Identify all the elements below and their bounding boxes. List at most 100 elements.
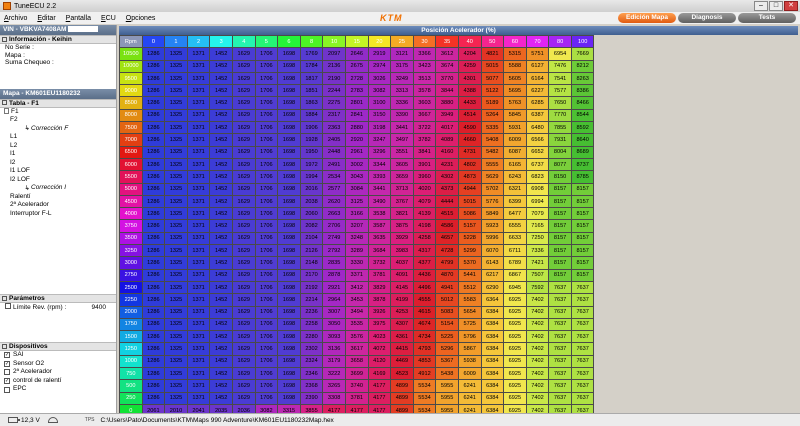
map-cell[interactable]: 6925 — [503, 330, 527, 344]
map-cell[interactable]: 5629 — [480, 170, 505, 184]
map-cell[interactable]: 3026 — [367, 71, 392, 86]
map-cell[interactable]: 2148 — [299, 256, 324, 270]
map-cell[interactable]: 4023 — [367, 330, 392, 344]
map-cell[interactable]: 5086 — [457, 207, 482, 221]
map-cell[interactable]: 1325 — [164, 367, 188, 381]
map-cell[interactable]: 1371 — [186, 84, 211, 98]
map-cell[interactable]: 1629 — [231, 280, 256, 295]
map-cell[interactable]: 1286 — [141, 108, 166, 123]
map-cell[interactable]: 1706 — [254, 330, 279, 344]
map-cell[interactable]: 6364 — [480, 293, 505, 307]
map-cell[interactable]: 4799 — [435, 256, 459, 270]
map-cell[interactable]: 5335 — [480, 121, 505, 135]
map-cell[interactable]: 4734 — [412, 330, 437, 344]
map-cell[interactable]: 1452 — [209, 194, 233, 209]
map-cell[interactable]: 1629 — [231, 145, 256, 159]
map-cell[interactable]: 4469 — [390, 354, 414, 369]
map-cell[interactable]: 3844 — [435, 84, 459, 98]
map-cell[interactable]: 1371 — [186, 231, 211, 246]
map-cell[interactable]: 1629 — [231, 108, 256, 123]
map-cell[interactable]: 3740 — [344, 379, 369, 393]
tree-item[interactable]: L2 — [0, 142, 116, 151]
map-cell[interactable]: 1629 — [231, 71, 256, 86]
map-cell[interactable]: 4674 — [412, 317, 437, 332]
map-cell[interactable]: 1698 — [277, 379, 301, 393]
menu-pantalla[interactable]: Pantalla — [66, 15, 91, 22]
map-cell[interactable]: 1452 — [209, 157, 233, 172]
map-cell[interactable]: 1452 — [209, 305, 233, 319]
map-cell[interactable]: 2783 — [344, 84, 369, 98]
map-cell[interactable]: 7637 — [548, 367, 572, 381]
map-cell[interactable]: 1286 — [141, 330, 166, 344]
map-cell[interactable]: 3002 — [344, 157, 369, 172]
map-cell[interactable]: 4590 — [457, 121, 482, 135]
map-cell[interactable]: 1906 — [299, 121, 324, 135]
map-cell[interactable]: 1371 — [186, 280, 211, 295]
map-cell[interactable]: 6143 — [480, 256, 505, 270]
map-cell[interactable]: 4728 — [435, 244, 459, 258]
map-cell[interactable]: 1452 — [209, 256, 233, 270]
map-cell[interactable]: 3605 — [390, 157, 414, 172]
map-cell[interactable]: 3929 — [390, 231, 414, 246]
map-cell[interactable]: 1698 — [277, 194, 301, 209]
map-cell[interactable]: 3007 — [322, 305, 346, 319]
device-checkbox[interactable]: ✓ — [4, 352, 10, 359]
map-cell[interactable]: 4302 — [435, 170, 459, 184]
map-cell[interactable]: 4307 — [390, 317, 414, 332]
map-cell[interactable]: 2275 — [322, 96, 346, 110]
map-cell[interactable]: 6925 — [503, 305, 527, 319]
tab-tests[interactable]: Tests — [738, 13, 796, 23]
map-cell[interactable]: 3125 — [344, 194, 369, 209]
map-cell[interactable]: 2280 — [299, 330, 324, 344]
map-cell[interactable]: 5438 — [435, 367, 459, 381]
map-cell[interactable]: 5157 — [457, 219, 482, 233]
map-cell[interactable]: 1371 — [186, 108, 211, 123]
map-cell[interactable]: 7637 — [548, 317, 572, 332]
map-cell[interactable]: 4204 — [457, 47, 482, 61]
map-cell[interactable]: 1706 — [254, 145, 279, 159]
map-cell[interactable]: 1698 — [277, 71, 301, 86]
map-cell[interactable]: 7637 — [548, 280, 572, 295]
map-cell[interactable]: 7669 — [570, 47, 595, 61]
map-cell[interactable]: 4089 — [435, 133, 459, 147]
map-cell[interactable]: 7592 — [525, 280, 550, 295]
map-cell[interactable]: 1629 — [231, 182, 256, 196]
map-cell[interactable]: 5299 — [457, 244, 482, 258]
map-cell[interactable]: 1698 — [277, 170, 301, 184]
map-cell[interactable]: 1325 — [164, 194, 188, 209]
map-cell[interactable]: 5725 — [457, 317, 482, 332]
map-cell[interactable]: 1706 — [254, 379, 279, 393]
map-cell[interactable]: 6384 — [480, 342, 505, 356]
map-cell[interactable]: 1325 — [164, 145, 188, 159]
map-cell[interactable]: 3770 — [435, 71, 459, 86]
map-cell[interactable]: 5776 — [480, 194, 505, 209]
map-cell[interactable]: 2324 — [299, 354, 324, 369]
map-cell[interactable]: 8157 — [548, 244, 572, 258]
map-cell[interactable]: 1706 — [254, 305, 279, 319]
map-cell[interactable]: 8544 — [570, 108, 595, 123]
map-cell[interactable]: 1706 — [254, 108, 279, 123]
map-cell[interactable]: 7637 — [548, 305, 572, 319]
device-item[interactable]: 2ª Acelerador — [0, 368, 116, 377]
map-cell[interactable]: 4253 — [390, 305, 414, 319]
tabla-header[interactable]: Tabla - F1 — [0, 98, 116, 108]
map-cell[interactable]: 3423 — [412, 59, 437, 73]
map-cell[interactable]: 8592 — [570, 121, 595, 135]
map-cell[interactable]: 1698 — [277, 182, 301, 196]
map-cell[interactable]: 1452 — [209, 280, 233, 295]
map-cell[interactable]: 5534 — [412, 379, 437, 393]
map-cell[interactable]: 1851 — [299, 84, 324, 98]
map-cell[interactable]: 5441 — [457, 268, 482, 282]
map-cell[interactable]: 2919 — [367, 47, 392, 61]
map-cell[interactable]: 7402 — [525, 354, 550, 369]
map-cell[interactable]: 4388 — [457, 84, 482, 98]
map-cell[interactable]: 2534 — [322, 170, 346, 184]
map-cell[interactable]: 4259 — [457, 59, 482, 73]
map-cell[interactable]: 4177 — [367, 379, 392, 393]
map-cell[interactable]: 1698 — [277, 244, 301, 258]
map-cell[interactable]: 7402 — [525, 379, 550, 393]
map-cell[interactable]: 1698 — [277, 121, 301, 135]
map-cell[interactable]: 1706 — [254, 244, 279, 258]
map-cell[interactable]: 5367 — [435, 354, 459, 369]
tab-edicion-mapa[interactable]: Edición Mapa — [618, 13, 676, 23]
